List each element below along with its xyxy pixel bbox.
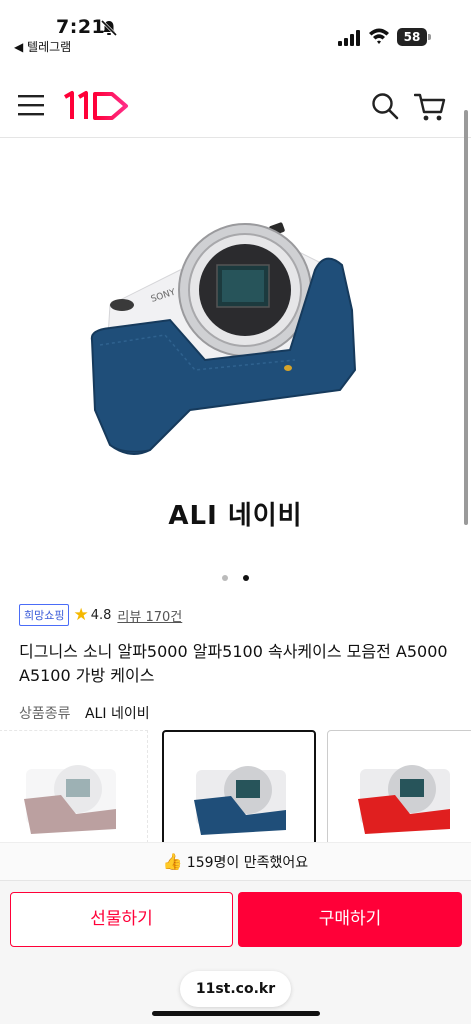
product-photo[interactable]: SONY xyxy=(70,210,370,470)
option-thumbnail-brown[interactable] xyxy=(0,730,148,848)
promo-badge: 희망쇼핑 xyxy=(19,604,70,626)
gallery-dot[interactable] xyxy=(221,575,228,581)
rating-score: 4.8 xyxy=(90,607,112,623)
bottom-action-bar: 선물하기 구매하기 11st.co.kr xyxy=(0,880,471,1024)
camera-thumbnail-image xyxy=(194,766,286,835)
option-label: 상품종류 xyxy=(19,706,71,722)
status-bar: 7:21 ◀ 텔레그램 58 xyxy=(0,0,471,58)
page-scrollbar[interactable] xyxy=(464,110,468,525)
search-icon[interactable] xyxy=(371,92,399,120)
option-thumbnail-navy[interactable] xyxy=(162,730,316,848)
satisfaction-text: 159명이 만족했어요 xyxy=(186,854,309,871)
camera-thumbnail-image xyxy=(358,765,450,834)
gift-button[interactable]: 선물하기 xyxy=(10,892,233,947)
buy-button[interactable]: 구매하기 xyxy=(238,892,462,947)
back-to-app-link[interactable]: ◀ 텔레그램 xyxy=(14,38,71,55)
gallery-pagination[interactable] xyxy=(0,566,471,585)
home-indicator[interactable] xyxy=(152,1011,320,1016)
thumbs-up-icon: 👍 xyxy=(162,852,183,871)
browser-url-bar[interactable]: 11st.co.kr xyxy=(180,971,291,1007)
status-time: 7:21 xyxy=(56,16,106,38)
rating-row: 희망쇼핑 ★ 4.8 리뷰 170건 xyxy=(19,604,182,626)
gallery-caption: ALI 네이비 xyxy=(168,501,303,531)
option-row: 상품종류 ALI 네이비 xyxy=(19,703,150,723)
satisfaction-banner: 👍 159명이 만족했어요 xyxy=(0,842,471,880)
camera-thumbnail-image xyxy=(24,765,116,834)
battery-icon: 58 xyxy=(397,28,431,46)
hamburger-menu-icon[interactable] xyxy=(18,94,44,116)
wifi-icon xyxy=(369,28,389,44)
11st-logo[interactable] xyxy=(62,90,130,122)
gallery-dot-active[interactable] xyxy=(243,575,250,581)
cellular-signal-icon xyxy=(338,30,360,46)
bell-muted-icon xyxy=(100,19,118,37)
battery-level: 58 xyxy=(397,28,427,46)
product-title: 디그니스 소니 알파5000 알파5100 속사케이스 모음전 A5000 A5… xyxy=(19,642,448,685)
option-thumbnail-red[interactable] xyxy=(327,730,471,848)
review-count-link[interactable]: 리뷰 170건 xyxy=(117,606,182,625)
option-value: ALI 네이비 xyxy=(84,706,150,722)
cart-icon[interactable] xyxy=(414,92,446,122)
app-header xyxy=(0,70,471,138)
star-icon: ★ xyxy=(73,605,89,625)
